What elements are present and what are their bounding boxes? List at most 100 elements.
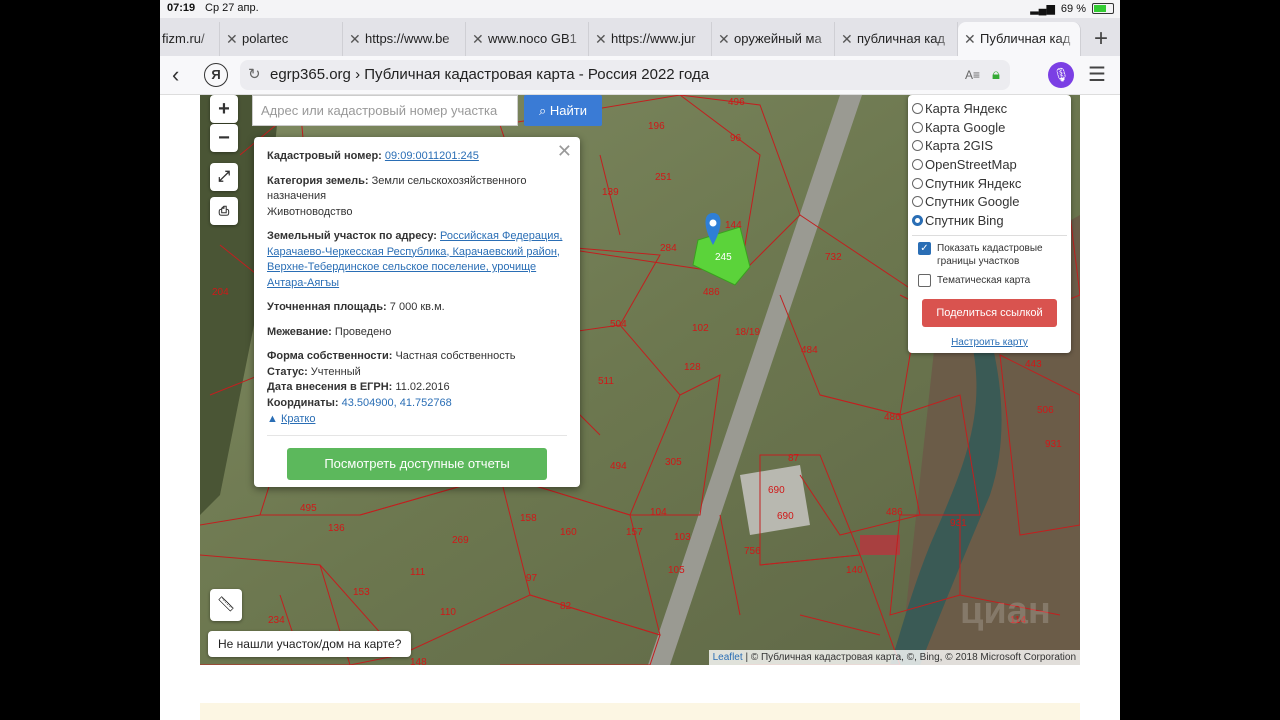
fullscreen-icon[interactable]: ⤢ [210,163,238,191]
parcel-number-label: 251 [655,172,672,183]
tab-fizm[interactable]: fizm.ru/ [160,22,220,56]
radio[interactable] [912,102,923,114]
battery-icon [1092,3,1114,14]
land-use-value: Животноводство [267,205,353,218]
tab-label: www.noco GB1 [488,31,577,46]
yandex-icon[interactable]: Я [204,63,228,87]
parcel-number-label: 104 [650,507,667,518]
close-icon[interactable]: ✕ [718,22,730,56]
collapse-link[interactable]: ▲ Кратко [267,413,567,425]
new-tab-button[interactable]: + [1081,22,1120,56]
url-domain: egrp365.org [270,66,351,83]
search-button[interactable]: ⌕ Найти [524,95,602,126]
tab-label: публичная кад [857,31,946,46]
tab-label: Публичная кад [980,31,1071,46]
tab-label: оружейный ма [734,31,822,46]
ruler-icon[interactable]: 📏︎ [210,589,242,621]
close-icon[interactable]: ✕ [472,22,484,56]
layer-option[interactable]: Спутник Google [912,192,1067,211]
cadastral-number-link[interactable]: 09:09:0011201:245 [385,150,479,162]
url-separator: › [355,66,361,83]
signal-icon: ▂▄▆ [1030,3,1055,15]
layer-option[interactable]: Карта 2GIS [912,136,1067,155]
radio[interactable] [912,121,923,133]
tab-label: https://www.be [365,31,450,46]
tab-noco[interactable]: ✕ www.noco GB1 [466,22,589,56]
tab-polartec[interactable]: ✕ polartec [220,22,343,56]
parcel-number-label: 496 [728,97,745,108]
parcel-number-label: 504 [610,319,627,330]
checkbox[interactable] [918,273,931,287]
status-value: Учтенный [310,365,361,378]
reload-icon[interactable]: ↻ [248,60,261,90]
close-icon[interactable]: ✕ [841,22,853,56]
close-icon[interactable]: ✕ [595,22,607,56]
thematic-map-toggle[interactable]: Тематическая карта [912,273,1067,287]
search-input[interactable]: Адрес или кадастровый номер участка [252,95,518,126]
parcel-number-label: 103 [674,532,691,543]
microphone-icon[interactable]: 🎙︎ [1048,62,1074,88]
caret-up-icon: ▲ [267,413,278,425]
parcel-number-label: 128 [684,362,701,373]
address-bar: ‹ Я ↻ egrp365.org › Публичная кадастрова… [160,56,1120,95]
parcel-number-label: 245 [715,252,732,263]
leaflet-link[interactable]: Leaflet [713,652,743,663]
parcel-number-label: 97 [526,573,538,584]
map-attribution: Leaflet | © Публичная кадастровая карта,… [708,650,1080,665]
parcel-number-label: 18/19 [735,327,760,338]
radio[interactable] [912,140,923,152]
parcel-number-label: 506 [1037,405,1054,416]
tab-weapons[interactable]: ✕ оружейный ма [712,22,835,56]
layer-option[interactable]: OpenStreetMap [912,155,1067,174]
status-label: Статус: [267,365,308,378]
cian-watermark: циан [960,590,1051,632]
tab-jur[interactable]: ✕ https://www.jur [589,22,712,56]
share-link-button[interactable]: Поделиться ссылкой [922,298,1057,327]
url-field[interactable]: ↻ egrp365.org › Публичная кадастровая ка… [240,60,1010,90]
zoom-out-button[interactable]: − [210,124,238,152]
area-value: 7 000 кв.м. [389,301,445,313]
back-icon[interactable]: ‹ [172,62,179,88]
radio[interactable] [912,177,923,189]
coordinates-value[interactable]: 43.504900, 41.752768 [342,397,452,409]
close-icon[interactable]: ✕ [964,22,976,56]
radio[interactable] [912,158,923,170]
layer-option[interactable]: Карта Яндекс [912,99,1067,118]
layer-option-selected[interactable]: Спутник Bing [912,211,1067,230]
not-found-button[interactable]: Не нашли участок/дом на карте? [208,631,412,657]
collapse-label: Кратко [280,413,316,425]
radio[interactable] [912,196,923,208]
parcel-number-label: 110 [440,607,456,618]
tab-be[interactable]: ✕ https://www.be [343,22,466,56]
layer-option[interactable]: Карта Google [912,118,1067,137]
survey-label: Межевание: [267,325,332,338]
close-icon[interactable]: ✕ [226,22,238,56]
layer-option[interactable]: Спутник Яндекс [912,174,1067,193]
close-icon[interactable]: ✕ [557,141,572,162]
close-icon[interactable]: ✕ [349,22,361,56]
checkbox-checked[interactable]: ✓ [918,241,931,255]
parcel-number-label: 111 [410,567,426,578]
search-icon: ⌕ [538,103,547,118]
parcel-number-label: 931 [950,518,967,529]
show-borders-toggle[interactable]: ✓ Показать кадастровые границы участков [912,241,1067,268]
attribution-text: | © Публичная кадастровая карта, ©, Bing… [745,652,1076,663]
configure-map-link[interactable]: Настроить карту [912,337,1067,348]
parcel-number-label: 234 [268,615,285,626]
parcel-number-label: 204 [212,287,229,298]
cadastral-map[interactable]: 496 196 96 251 139 144 284 732 486 204 504 102 18/19… [200,95,1080,665]
status-bar: 07:19 Ср 27 апр. ▂▄▆ 69 % [160,0,1120,18]
view-reports-button[interactable]: Посмотреть доступные отчеты [287,448,547,480]
lock-icon: 🔒︎ [992,66,1000,83]
parcel-number-label: 87 [788,453,800,464]
tab-cadastral-1[interactable]: ✕ публичная кад [835,22,958,56]
zoom-in-button[interactable]: + [210,95,238,123]
search-button-label: Найти [549,103,587,118]
reader-icon[interactable]: A≡ [965,60,980,90]
print-icon[interactable]: ⎙ [210,197,238,225]
menu-icon[interactable]: ☰ [1088,62,1106,87]
radio-selected[interactable] [912,214,923,226]
tab-cadastral-active[interactable]: ✕ Публичная кад [958,22,1081,56]
registry-date-label: Дата внесения в ЕГРН: [267,381,393,393]
tab-strip: fizm.ru/ ✕ polartec ✕ https://www.be ✕ www.… [160,18,1120,56]
